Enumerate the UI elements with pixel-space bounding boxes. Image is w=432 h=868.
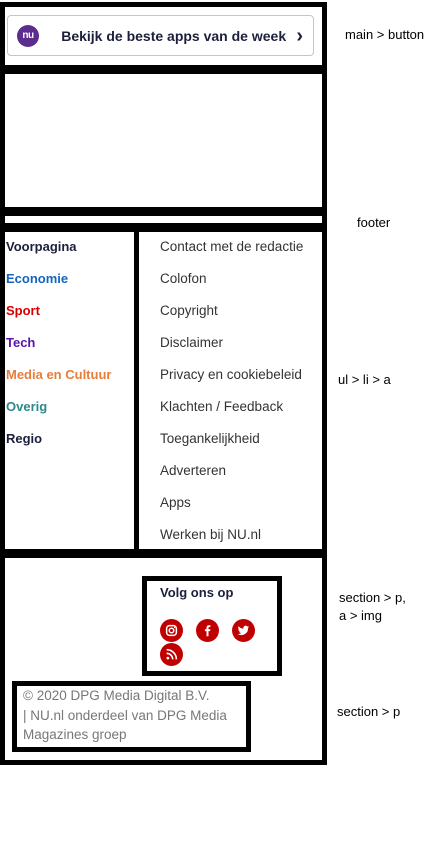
link-colofon[interactable]: Colofon [160,271,207,286]
annotation-section-p-copy: section > p [337,704,401,719]
category-link-media-en-cultuur[interactable]: Media en Cultuur [6,367,111,382]
annotation-list-links: ul > li > a [338,372,391,387]
link-privacy[interactable]: Privacy en cookiebeleid [160,367,302,382]
copyright-line-1: © 2020 DPG Media Digital B.V. [23,688,210,703]
footer-link-item: Adverteren [160,455,320,487]
footer-link-item: Toegankelijkheid [160,423,320,455]
footer-link-item: Privacy en cookiebeleid [160,359,320,391]
instagram-icon[interactable] [160,619,183,642]
footer-link-item: Contact met de redactie [160,231,320,263]
footer-link-item: Colofon [160,263,320,295]
category-item: Overig [6,391,134,423]
footer-link-list: Contact met de redactie Colofon Copyrigh… [160,231,320,551]
social-title: Volg ons op [160,585,234,600]
link-apps[interactable]: Apps [160,495,191,510]
empty-section-frame [0,69,327,212]
best-apps-label: Bekijk de beste apps van de week [61,27,287,44]
footer-link-item: Disclaimer [160,327,320,359]
twitter-icon[interactable] [232,619,255,642]
nav-divider [134,227,139,554]
link-disclaimer[interactable]: Disclaimer [160,335,223,350]
category-item: Voorpagina [6,231,134,263]
copyright-line-3: Magazines groep [23,727,127,742]
rss-icon[interactable] [160,643,183,666]
annotation-section-p-line1: section > p, [339,590,406,605]
copyright-line-2: | NU.nl onderdeel van DPG Media [23,707,227,723]
footer-link-item: Klachten / Feedback [160,391,320,423]
category-list: Voorpagina Economie Sport Tech Media en … [6,231,134,455]
annotation-footer: footer [357,215,391,230]
category-link-sport[interactable]: Sport [6,303,40,318]
category-item: Tech [6,327,134,359]
footer-frame [0,211,327,228]
category-link-economie[interactable]: Economie [6,271,68,286]
footer-link-item: Werken bij NU.nl [160,519,320,551]
facebook-icon[interactable] [196,619,219,642]
footer-link-item: Copyright [160,295,320,327]
link-werken-bij[interactable]: Werken bij NU.nl [160,527,261,542]
link-klachten[interactable]: Klachten / Feedback [160,399,283,414]
nu-logo-icon: nu [17,24,39,47]
link-adverteren[interactable]: Adverteren [160,463,226,478]
footer-link-item: Apps [160,487,320,519]
category-item: Economie [6,263,134,295]
annotation-main-button: main > button [345,27,425,42]
category-link-overig[interactable]: Overig [6,399,47,414]
link-contact[interactable]: Contact met de redactie [160,239,303,254]
category-item: Sport [6,295,134,327]
link-toegankelijkheid[interactable]: Toegankelijkheid [160,431,260,446]
category-link-regio[interactable]: Regio [6,431,42,446]
category-item: Regio [6,423,134,455]
copyright-text: © 2020 DPG Media Digital B.V. | NU.nl on… [23,686,245,745]
chevron-right-icon: › [296,24,303,47]
category-item: Media en Cultuur [6,359,134,391]
link-copyright[interactable]: Copyright [160,303,218,318]
category-link-voorpagina[interactable]: Voorpagina [6,239,77,254]
best-apps-button[interactable]: nu Bekijk de beste apps van de week › [7,15,314,56]
annotation-section-p-line2: a > img [339,608,382,623]
category-link-tech[interactable]: Tech [6,335,35,350]
